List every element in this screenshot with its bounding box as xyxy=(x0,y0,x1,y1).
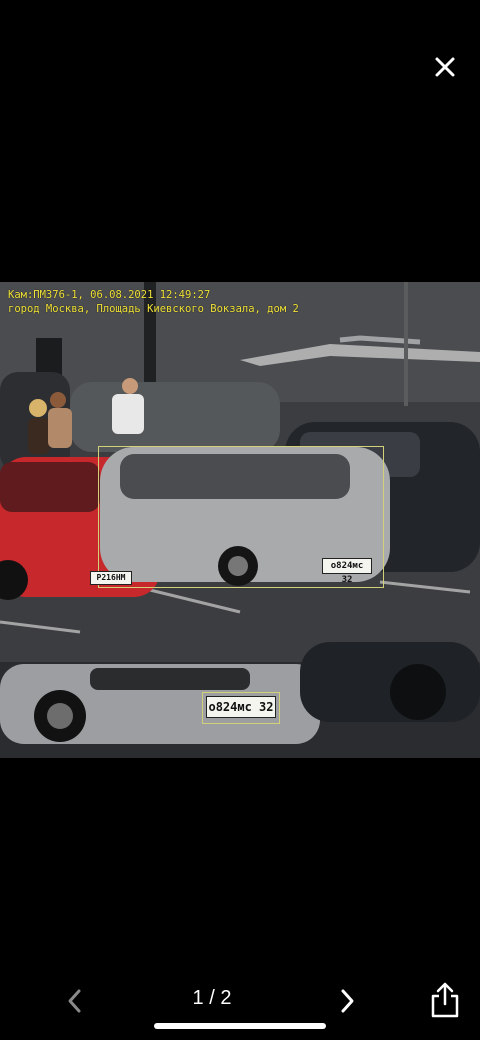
share-button[interactable] xyxy=(428,980,462,1020)
close-icon xyxy=(435,57,455,77)
home-indicator[interactable] xyxy=(154,1023,326,1029)
overlay-line-2: город Москва, Площадь Киевского Вокзала,… xyxy=(8,303,299,315)
surveillance-photo: Кам:ПМ376-1, 06.08.2021 12:49:27 город М… xyxy=(0,282,480,758)
close-button[interactable] xyxy=(428,50,462,84)
license-plate-small: о824мс 32 xyxy=(322,558,372,585)
share-icon xyxy=(431,982,459,1018)
license-plate-zoomed: о824мс 32 xyxy=(206,696,276,718)
chevron-left-icon xyxy=(68,989,81,1013)
page-counter: 1 / 2 xyxy=(192,987,232,1009)
next-button[interactable] xyxy=(332,986,362,1016)
chevron-right-icon xyxy=(341,989,354,1013)
license-plate-red-car: Р216НМ xyxy=(90,571,132,585)
previous-button[interactable] xyxy=(60,986,90,1016)
camera-overlay: Кам:ПМ376-1, 06.08.2021 12:49:27 город М… xyxy=(8,288,299,316)
overlay-line-1: Кам:ПМ376-1, 06.08.2021 12:49:27 xyxy=(8,289,211,301)
viewer-toolbar: 1 / 2 xyxy=(0,970,480,1030)
